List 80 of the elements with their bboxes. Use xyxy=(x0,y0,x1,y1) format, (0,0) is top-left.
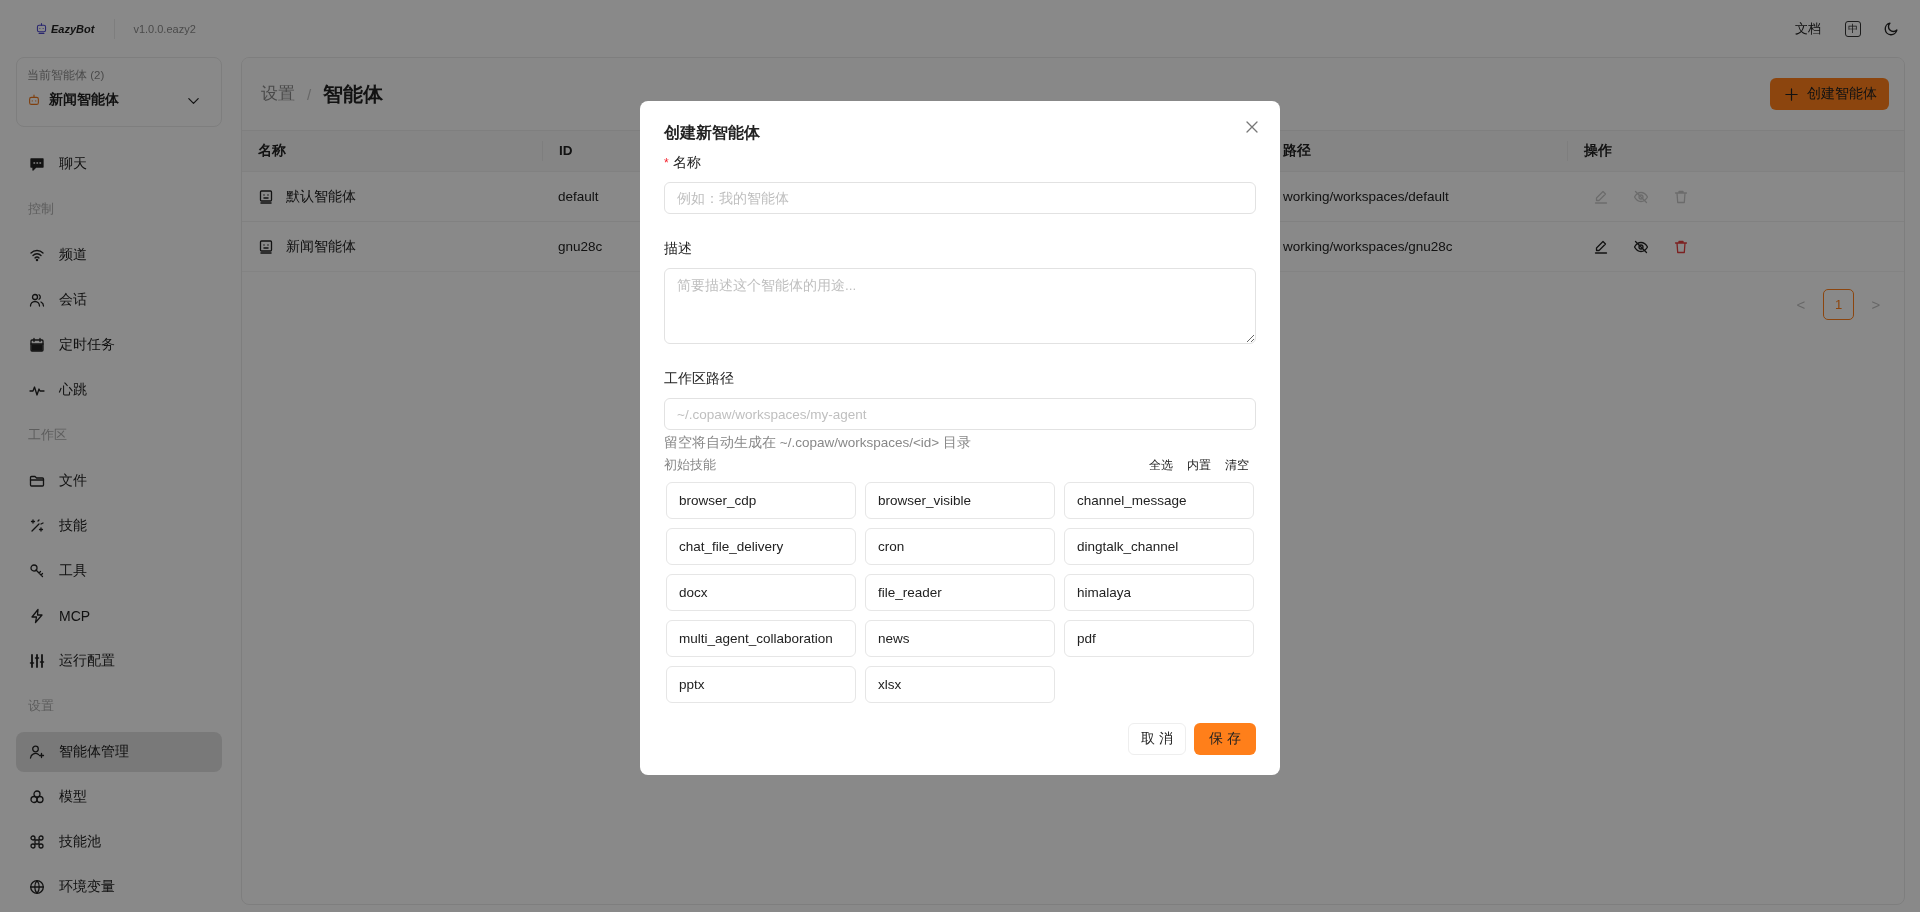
robot-face-icon xyxy=(258,238,274,255)
table-cell: 默认智能体 xyxy=(286,187,356,206)
skill-option[interactable]: multi_agent_collaboration xyxy=(666,620,856,657)
magic-wand-icon xyxy=(29,517,45,534)
column-header: 名称 xyxy=(257,142,287,160)
robot-icon xyxy=(35,22,48,35)
sidebar-item[interactable]: 聊天 xyxy=(16,143,222,184)
user-plus-icon xyxy=(29,743,45,760)
calendar-icon xyxy=(29,336,45,353)
moon-icon[interactable] xyxy=(1883,20,1900,37)
globe-icon xyxy=(29,878,45,895)
table-cell: working/workspaces/gnu28c xyxy=(1283,239,1453,254)
trash-icon[interactable] xyxy=(1673,238,1689,255)
table-cell: default xyxy=(558,189,599,204)
chat-icon xyxy=(29,155,45,172)
eye-off-icon[interactable] xyxy=(1633,238,1649,255)
save-button[interactable]: 保 存 xyxy=(1194,723,1256,755)
sidebar-item[interactable]: 频道 xyxy=(16,234,222,275)
language-button[interactable]: 中 xyxy=(1845,20,1861,37)
skill-option[interactable]: news xyxy=(865,620,1055,657)
skill-option[interactable]: docx xyxy=(666,574,856,611)
help-text: 留空将自动生成在 ~/.copaw/workspaces/<id> 目录 xyxy=(664,434,972,452)
agent-selector-label: 当前智能体 (2) xyxy=(27,68,106,83)
sliders-icon xyxy=(29,652,45,669)
dialog-title: 创建新智能体 xyxy=(664,123,760,143)
skill-option[interactable]: channel_message xyxy=(1064,482,1254,519)
table-cell: gnu28c xyxy=(558,239,603,254)
users-icon xyxy=(29,291,45,308)
table-cell: working/workspaces/default xyxy=(1283,189,1449,204)
text-input[interactable]: 例如：我的智能体 xyxy=(664,182,1256,214)
skill-option[interactable]: file_reader xyxy=(865,574,1055,611)
skill-option[interactable]: dingtalk_channel xyxy=(1064,528,1254,565)
sidebar-item[interactable]: 环境变量 xyxy=(16,866,222,907)
sidebar-item[interactable]: 技能池 xyxy=(16,821,222,862)
sidebar-item[interactable]: MCP xyxy=(16,595,222,636)
field-label: 初始技能 xyxy=(664,456,717,474)
column-header: 操作 xyxy=(1567,141,1904,161)
sidebar-item[interactable]: 技能 xyxy=(16,505,222,546)
field-label: 工作区路径 xyxy=(664,370,734,388)
robot-face-icon xyxy=(258,188,274,205)
app-logo: EazyBot xyxy=(35,22,95,35)
version-label: v1.0.0.eazy2 xyxy=(133,22,196,35)
text-area[interactable]: 简要描述这个智能体的用途... xyxy=(664,268,1256,344)
command-icon xyxy=(29,833,45,850)
close-icon[interactable] xyxy=(1244,119,1260,135)
skill-action-link[interactable]: 内置 xyxy=(1180,456,1218,474)
agent-selector-value: 新闻智能体 xyxy=(49,91,120,109)
lightning-icon xyxy=(29,607,45,624)
edit-icon[interactable] xyxy=(1593,238,1609,255)
three-circles-icon xyxy=(29,788,45,805)
skill-option[interactable]: cron xyxy=(865,528,1055,565)
sidebar-item[interactable]: 工具 xyxy=(16,550,222,591)
robot-icon xyxy=(27,93,41,107)
sidebar-item[interactable]: 心跳 xyxy=(16,369,222,410)
sidebar-item[interactable]: 会话 xyxy=(16,279,222,320)
skill-option[interactable]: himalaya xyxy=(1064,574,1254,611)
field-label: 描述 xyxy=(664,240,692,258)
skill-action-link[interactable]: 清空 xyxy=(1218,456,1256,474)
wrench-icon xyxy=(29,562,45,579)
skill-option[interactable]: pptx xyxy=(666,666,856,703)
sidebar-item[interactable]: 模型 xyxy=(16,776,222,817)
agent-selector[interactable]: 当前智能体 (2) 新闻智能体 xyxy=(16,57,222,127)
skill-option[interactable]: pdf xyxy=(1064,620,1254,657)
skill-action-link[interactable]: 全选 xyxy=(1142,456,1180,474)
table-cell: 新闻智能体 xyxy=(286,237,356,256)
text-input[interactable]: ~/.copaw/workspaces/my-agent xyxy=(664,398,1256,430)
plus-icon xyxy=(1784,86,1799,102)
sidebar-item[interactable]: 定时任务 xyxy=(16,324,222,365)
breadcrumb-separator: / xyxy=(307,85,312,103)
sidebar-item[interactable]: 智能体管理 xyxy=(16,731,222,772)
column-header: 路径 xyxy=(1283,142,1312,160)
skill-option[interactable]: browser_visible xyxy=(865,482,1055,519)
cancel-button[interactable]: 取 消 xyxy=(1128,723,1187,755)
sidebar-item[interactable]: 文件 xyxy=(16,460,222,501)
skill-option[interactable]: chat_file_delivery xyxy=(666,528,856,565)
page-title: 智能体 xyxy=(323,81,384,107)
docs-link[interactable]: 文档 xyxy=(1795,19,1821,38)
skill-option[interactable]: browser_cdp xyxy=(666,482,856,519)
skill-option[interactable]: xlsx xyxy=(865,666,1055,703)
sidebar-item[interactable]: 运行配置 xyxy=(16,640,222,681)
